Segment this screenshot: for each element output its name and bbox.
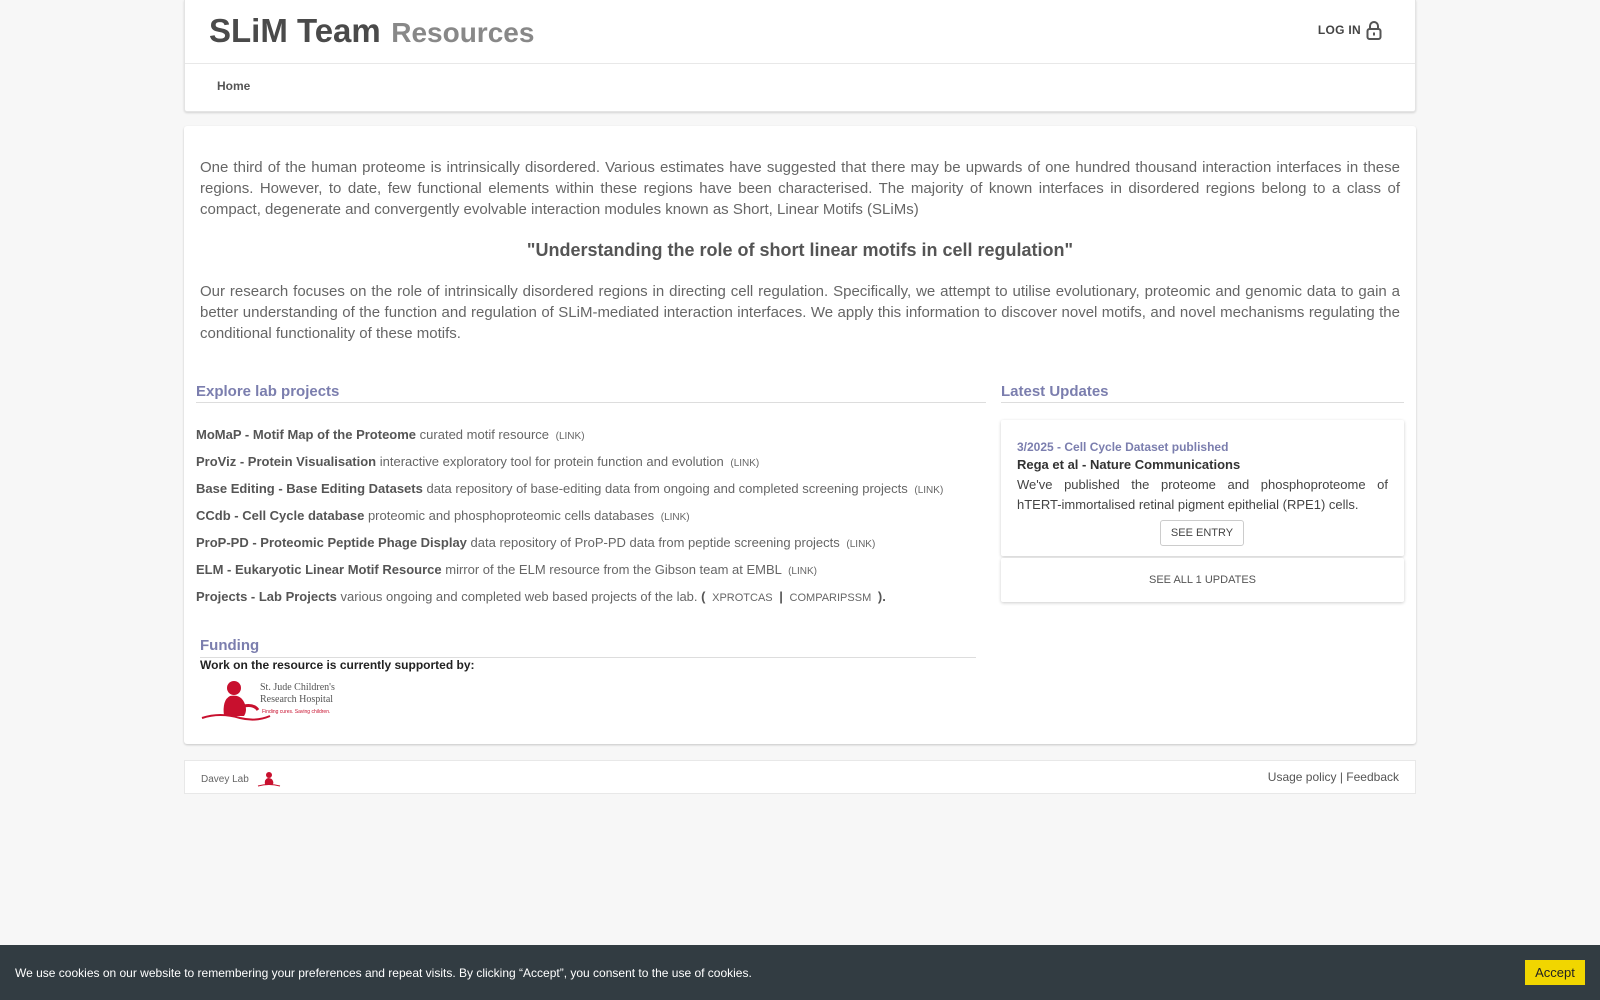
funding-subtitle: Work on the resource is currently suppor… bbox=[200, 658, 475, 672]
project-description: proteomic and phosphoproteomic cells dat… bbox=[367, 508, 655, 523]
cookie-consent-bar: We use cookies on our website to remembe… bbox=[0, 945, 1600, 1000]
project-description: curated motif resource bbox=[419, 427, 550, 442]
project-name: MoMaP - Motif Map of the Proteome bbox=[196, 427, 417, 442]
sponsor-tagline: Finding cures. Saving children. bbox=[262, 709, 330, 715]
paren-open: ( bbox=[701, 589, 706, 604]
see-all-updates-button[interactable]: SEE ALL 1 UPDATES bbox=[1001, 558, 1404, 602]
header-divider bbox=[185, 63, 1415, 64]
sponsor-name-line1: St. Jude Children's bbox=[260, 682, 335, 693]
update-text: We've published the proteome and phospho… bbox=[1017, 477, 1388, 512]
feedback-link[interactable]: Feedback bbox=[1346, 770, 1399, 784]
project-link[interactable]: (LINK) bbox=[556, 431, 585, 442]
footer-brand[interactable]: Davey Lab bbox=[201, 774, 249, 785]
lock-icon bbox=[1366, 21, 1382, 40]
see-entry-button[interactable]: SEE ENTRY bbox=[1160, 520, 1244, 546]
project-name: ProP-PD - Proteomic Peptide Phage Displa… bbox=[196, 535, 467, 550]
login-button[interactable]: LOG IN bbox=[1318, 20, 1383, 40]
nav-item-home[interactable]: Home bbox=[217, 79, 250, 93]
project-item-lab-projects: Projects - Lab Projects various ongoing … bbox=[196, 589, 886, 604]
project-link[interactable]: (LINK) bbox=[788, 566, 817, 577]
brand-title: SLiM Team bbox=[209, 12, 381, 49]
project-item-momap: MoMaP - Motif Map of the Proteome curate… bbox=[196, 427, 585, 442]
usage-policy-link[interactable]: Usage policy bbox=[1268, 770, 1337, 784]
site-footer: Davey Lab Usage policy | Feedback bbox=[184, 760, 1416, 794]
paren-close: ). bbox=[877, 589, 886, 604]
project-link[interactable]: (LINK) bbox=[661, 512, 690, 523]
subproject-link-comparipssm[interactable]: CompariPSSM bbox=[790, 592, 872, 604]
intro-paragraph: One third of the human proteome is intri… bbox=[200, 159, 1400, 218]
brand-subtitle: Resources bbox=[391, 17, 535, 48]
project-item-base-editing: Base Editing - Base Editing Datasets dat… bbox=[196, 481, 943, 496]
project-link[interactable]: (LINK) bbox=[914, 485, 943, 496]
subproject-link-xprotcas[interactable]: xProtCAS bbox=[712, 592, 773, 604]
updates-section-title: Latest Updates bbox=[1001, 383, 1109, 400]
site-brand[interactable]: SLiM Team Resources bbox=[209, 12, 534, 50]
project-description: various ongoing and completed web based … bbox=[340, 589, 698, 604]
site-header: SLiM Team Resources LOG IN Home bbox=[184, 0, 1416, 112]
project-name: ProViz - Protein Visualisation bbox=[196, 454, 377, 469]
footer-brand-group: Davey Lab bbox=[201, 771, 281, 787]
footer-link-separator: | bbox=[1339, 770, 1343, 784]
footer-links: Usage policy | Feedback bbox=[1268, 770, 1399, 784]
st-jude-small-icon bbox=[257, 772, 280, 787]
project-description: data repository of base-editing data fro… bbox=[426, 481, 908, 496]
sponsor-name-line2: Research Hospital bbox=[260, 694, 333, 705]
project-description: mirror of the ELM resource from the Gibs… bbox=[445, 562, 782, 577]
project-item-proviz: ProViz - Protein Visualisation interacti… bbox=[196, 454, 759, 469]
funding-section-title: Funding bbox=[200, 637, 260, 654]
login-label: LOG IN bbox=[1317, 23, 1361, 37]
projects-section-rule bbox=[196, 402, 986, 403]
update-title: Rega et al - Nature Communications bbox=[1017, 457, 1241, 472]
project-name: CCdb - Cell Cycle database bbox=[196, 508, 365, 523]
tagline-quote: "Understanding the role of short linear … bbox=[526, 240, 1074, 260]
main-card: One third of the human proteome is intri… bbox=[184, 126, 1416, 744]
project-item-ccdb: CCdb - Cell Cycle database proteomic and… bbox=[196, 508, 690, 523]
project-name: Projects - Lab Projects bbox=[196, 589, 337, 604]
research-paragraph: Our research focuses on the role of intr… bbox=[200, 283, 1400, 342]
cookie-message: We use cookies on our website to remembe… bbox=[15, 966, 752, 980]
project-name: Base Editing - Base Editing Datasets bbox=[196, 481, 423, 496]
st-jude-logo[interactable]: St. Jude Children's Research Hospital Fi… bbox=[200, 676, 350, 726]
project-name: ELM - Eukaryotic Linear Motif Resource bbox=[196, 562, 442, 577]
projects-section-title: Explore lab projects bbox=[196, 383, 340, 400]
project-item-elm: ELM - Eukaryotic Linear Motif Resource m… bbox=[196, 562, 817, 577]
update-card: 3/2025 - Cell Cycle Dataset published Re… bbox=[1001, 420, 1404, 556]
subproject-separator: | bbox=[779, 589, 783, 604]
accept-cookies-button[interactable]: Accept bbox=[1525, 960, 1585, 985]
project-link[interactable]: (LINK) bbox=[730, 458, 759, 469]
project-description: data repository of ProP-PD data from pep… bbox=[470, 535, 840, 550]
project-description: interactive exploratory tool for protein… bbox=[379, 454, 724, 469]
update-date: 3/2025 - Cell Cycle Dataset published bbox=[1017, 440, 1229, 454]
updates-section-rule bbox=[1001, 402, 1404, 403]
project-item-prop-pd: ProP-PD - Proteomic Peptide Phage Displa… bbox=[196, 535, 875, 550]
project-link[interactable]: (LINK) bbox=[846, 539, 875, 550]
